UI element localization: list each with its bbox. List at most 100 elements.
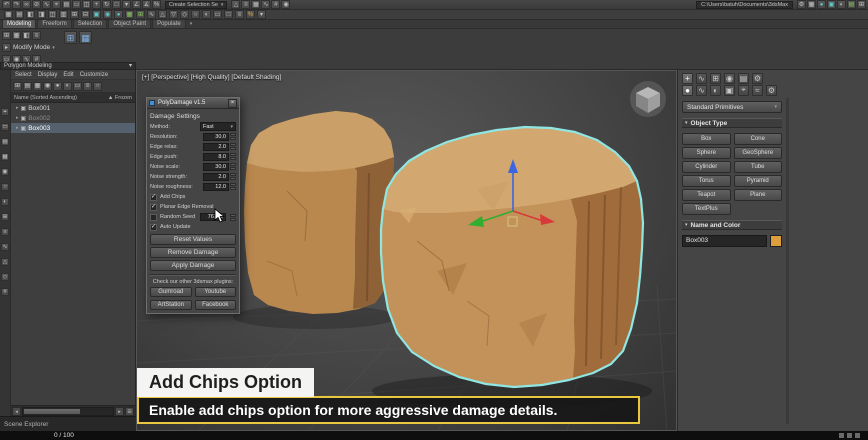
value-field[interactable]: 2.0 [203, 172, 229, 181]
chevron-down-icon[interactable]: ▾ [187, 21, 196, 28]
polygon-modeling-bar[interactable]: Polygon Modeling ▾ [0, 62, 136, 70]
helpers-category-icon[interactable]: ⌖ [738, 84, 749, 96]
menu-select[interactable]: Select [15, 72, 32, 78]
sidebar-tool-icon[interactable]: ∿ [1, 243, 9, 251]
lights-category-icon[interactable]: ◐ [710, 84, 721, 96]
redo-icon[interactable]: ↷ [12, 0, 21, 9]
toolbar-icon[interactable]: □ [224, 10, 233, 19]
checkbox[interactable]: ✓ [150, 203, 157, 211]
scene-explorer-tab[interactable]: Scene Explorer [0, 416, 136, 431]
add-chips-checkbox-row[interactable]: ✓ Add Chips [150, 192, 236, 202]
toolbar-icon[interactable]: ⊞ [136, 10, 145, 19]
toolbar-icon[interactable]: ▣ [92, 10, 101, 19]
spinner-arrows[interactable] [230, 153, 236, 160]
remove-damage-button[interactable]: Remove Damage [150, 247, 236, 258]
snap-toggle-icon[interactable]: ∠ [132, 0, 141, 9]
scene-explorer-header[interactable]: Name (Sorted Ascending) ▲ Frozen [11, 93, 135, 103]
youtube-link-button[interactable]: Youtube [194, 287, 236, 297]
status-icon[interactable] [855, 433, 860, 438]
select-object-icon[interactable]: ⌖ [52, 0, 61, 9]
panel-scrollbar[interactable] [786, 98, 789, 424]
scroll-left-button[interactable]: ◂ [12, 406, 21, 416]
value-field[interactable]: 12.0 [203, 182, 229, 191]
toolbar-icon[interactable]: ◐ [202, 10, 211, 19]
object-color-swatch[interactable] [770, 235, 782, 247]
toolbar-icon[interactable]: ▤ [847, 0, 856, 9]
selection-region-icon[interactable]: ▭ [72, 0, 81, 9]
sidebar-tool-icon[interactable]: ◉ [1, 168, 9, 176]
gumroad-link-button[interactable]: Gumroad [150, 287, 192, 297]
explorer-tool-icon[interactable]: ⊞ [13, 81, 22, 91]
toolbar-icon[interactable]: ▭ [213, 10, 222, 19]
name-and-color-rollout[interactable]: ▾ Name and Color [682, 220, 782, 230]
toolbar-icon[interactable]: ◉ [103, 10, 112, 19]
toolbar-icon[interactable]: ◫ [48, 10, 57, 19]
method-dropdown[interactable]: Fast ▾ [200, 122, 236, 131]
spinner-arrows[interactable] [230, 133, 236, 140]
create-tab-icon[interactable]: + [682, 72, 693, 84]
select-scale-icon[interactable]: □ [112, 0, 121, 9]
toolbar-icon[interactable]: ⊞ [857, 0, 866, 9]
frozen-column-header[interactable]: ▲ Frozen [108, 95, 132, 101]
value-field[interactable]: 2.0 [203, 142, 229, 151]
sidebar-tool-icon[interactable]: ◐ [1, 198, 9, 206]
toolbar-icon[interactable]: ⊞ [70, 10, 79, 19]
spinner-arrows[interactable] [230, 163, 236, 170]
mirror-icon[interactable]: △ [231, 0, 241, 9]
primitives-dropdown[interactable]: Standard Primitives ▾ [682, 101, 782, 113]
select-rotate-icon[interactable]: ↻ [102, 0, 111, 9]
angle-snap-icon[interactable]: ∡ [142, 0, 151, 9]
unlink-icon[interactable]: ⊘ [32, 0, 41, 9]
hierarchy-tab-icon[interactable]: ⊞ [710, 72, 721, 84]
ribbon-tool-icon[interactable]: ⊞ [2, 31, 11, 40]
sphere-button[interactable]: Sphere [682, 147, 731, 159]
tab-selection[interactable]: Selection [72, 19, 108, 28]
toolbar-icon[interactable]: ▾ [257, 10, 266, 19]
Box001[interactable]: ▸ ▣ Box001 [11, 103, 135, 113]
value-field[interactable]: 8.0 [203, 152, 229, 161]
toolbar-icon[interactable]: ⊟ [81, 10, 90, 19]
textplus-button[interactable]: TextPlus [682, 203, 731, 215]
sidebar-tool-icon[interactable]: ○ [1, 183, 9, 191]
value-field[interactable]: 30.0 [203, 132, 229, 141]
sidebar-tool-icon[interactable]: ▤ [1, 138, 9, 146]
cylinder-button[interactable]: Cylinder [682, 161, 731, 173]
schematic-view-icon[interactable]: # [271, 0, 281, 9]
value-field[interactable]: 30.0 [203, 162, 229, 171]
menu-display[interactable]: Display [38, 72, 58, 78]
Box002[interactable]: ▸ ▣ Box002 [11, 113, 135, 123]
menu-edit[interactable]: Edit [63, 72, 73, 78]
sidebar-tool-icon[interactable]: ◇ [1, 273, 9, 281]
select-by-name-icon[interactable]: ▤ [62, 0, 71, 9]
toolbar-icon[interactable]: ▦ [125, 10, 134, 19]
curve-editor-icon[interactable]: ∿ [261, 0, 271, 9]
toolbar-icon[interactable]: ▣ [827, 0, 836, 9]
tab-modeling[interactable]: Modeling [2, 19, 37, 28]
artstation-link-button[interactable]: ArtStation [150, 300, 192, 310]
toolbar-icon[interactable]: ∿ [147, 10, 156, 19]
name-column-header[interactable]: Name (Sorted Ascending) [14, 95, 77, 101]
status-icon[interactable] [839, 433, 844, 438]
explorer-tool-icon[interactable]: ▭ [73, 81, 82, 91]
modify-tab-icon[interactable]: ∿ [696, 72, 707, 84]
select-link-icon[interactable]: ∞ [22, 0, 31, 9]
toolbar-icon[interactable]: ≡ [235, 10, 244, 19]
geometry-category-icon[interactable]: ● [682, 84, 693, 96]
dialog-titlebar[interactable]: PolyDamage v1.5 × [147, 98, 239, 109]
toolbar-icon[interactable]: % [246, 10, 255, 19]
explorer-option-button[interactable]: ⊞ [125, 406, 134, 416]
explorer-tool-icon[interactable]: ≡ [83, 81, 92, 91]
tab-freeform[interactable]: Freeform [37, 19, 72, 28]
ribbon-tool-icon[interactable]: ◧ [22, 31, 31, 40]
object-name-field[interactable]: Box003 [682, 235, 767, 247]
sidebar-tool-icon[interactable]: ⌖ [1, 108, 9, 116]
layout-grid-icon[interactable]: ⊞ [64, 31, 77, 44]
modify-mode-control[interactable]: ▸ Modify Mode ▾ [2, 43, 55, 52]
viewport-header[interactable]: [+] [Perspective] [High Quality] [Defaul… [142, 74, 281, 81]
toolbar-icon[interactable]: ▦ [4, 10, 13, 19]
percent-snap-icon[interactable]: % [152, 0, 161, 9]
coord-system-icon[interactable]: ▾ [122, 0, 131, 9]
scrollbar-thumb[interactable] [24, 408, 80, 414]
sidebar-tool-icon[interactable]: ▦ [1, 153, 9, 161]
tab-populate[interactable]: Populate [152, 19, 186, 28]
